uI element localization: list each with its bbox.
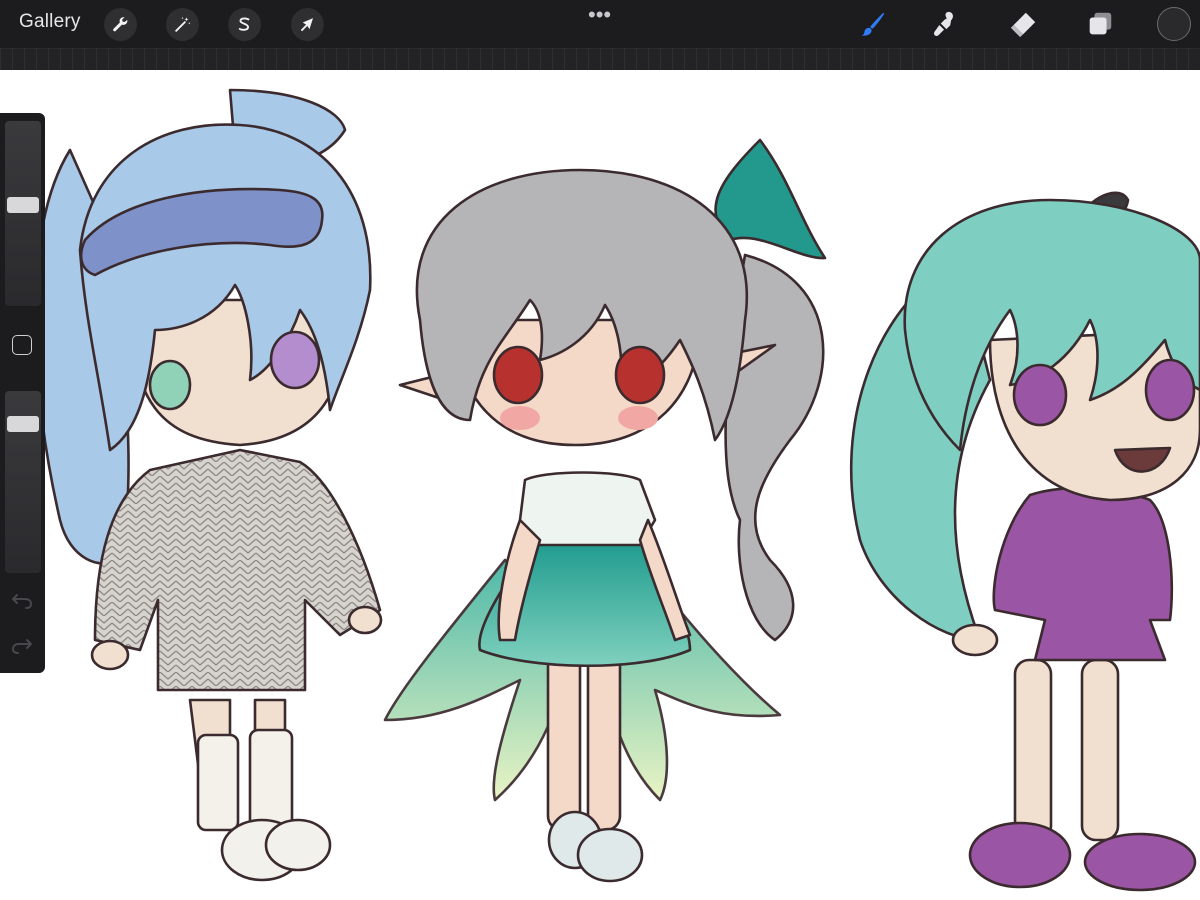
brush-size-thumb[interactable] (7, 197, 39, 213)
magic-wand-icon (175, 16, 191, 32)
canvas-ruler (0, 48, 1200, 70)
character-teal-hair (849, 191, 1200, 892)
adjustments-button[interactable] (166, 8, 199, 41)
selection-s-icon (238, 17, 250, 31)
undo-arrow-icon (12, 594, 32, 609)
square-icon[interactable] (12, 335, 32, 355)
opacity-slider[interactable] (5, 391, 41, 573)
layers-button[interactable] (1084, 8, 1116, 40)
top-toolbar: Gallery ••• (0, 0, 1200, 48)
eraser-icon (1010, 12, 1036, 38)
character-blue-hair (33, 88, 383, 882)
layers-icon (1089, 12, 1112, 35)
wrench-icon (113, 17, 128, 32)
brush-size-slider[interactable] (5, 121, 41, 306)
drawing-canvas[interactable] (0, 70, 1200, 900)
opacity-thumb[interactable] (7, 416, 39, 432)
actions-button[interactable] (104, 8, 137, 41)
arrow-cursor-icon (301, 18, 314, 31)
brush-icon (861, 12, 885, 36)
brush-tool-button[interactable] (857, 8, 889, 40)
character-fairy (383, 138, 827, 883)
smudge-tool-button[interactable] (929, 8, 961, 40)
ellipsis-icon[interactable]: ••• (588, 2, 611, 28)
selection-button[interactable] (228, 8, 261, 41)
redo-arrow-icon (12, 639, 32, 654)
color-picker-button[interactable] (1157, 7, 1191, 41)
artwork (33, 88, 1200, 892)
undo-button[interactable] (10, 590, 34, 610)
redo-button[interactable] (10, 635, 34, 655)
brush-sidebar (0, 113, 45, 673)
smudge-icon (933, 11, 953, 36)
transform-button[interactable] (291, 8, 324, 41)
eraser-tool-button[interactable] (1007, 8, 1039, 40)
gallery-button[interactable]: Gallery (19, 11, 81, 33)
